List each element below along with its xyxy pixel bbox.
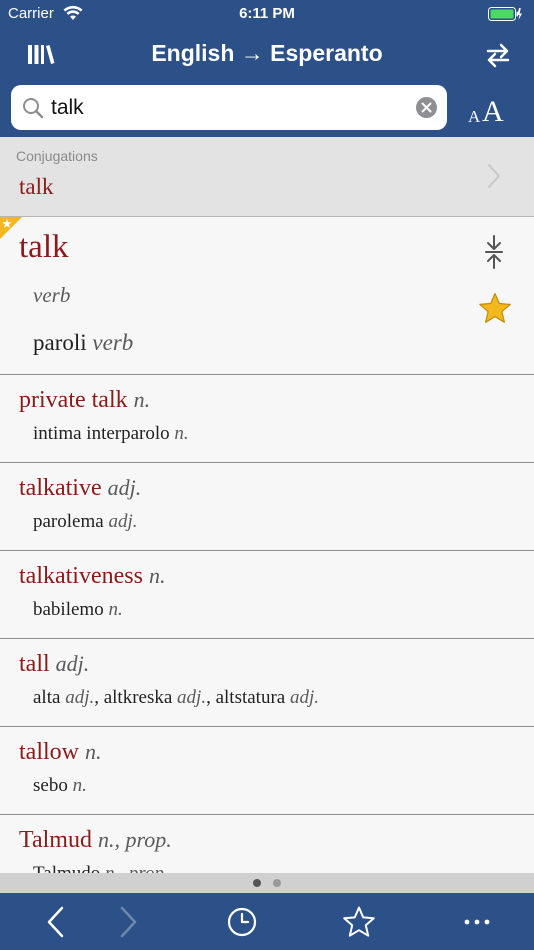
direction-arrow-icon: → — [240, 40, 264, 66]
search-input[interactable] — [51, 93, 411, 123]
entry-part-of-speech: verb — [33, 283, 71, 307]
entries-container: private talk n. intima interparolo n. talk… — [0, 375, 534, 873]
entry-translation: babilemo n. — [33, 599, 123, 621]
translation-pos: adj. — [65, 687, 95, 708]
entry-translation: parolema adj. — [33, 511, 137, 533]
more-icon[interactable] — [460, 905, 494, 939]
translation-separator: , — [206, 687, 216, 708]
list-item[interactable]: Talmud n., prop.Talmudo n., prop. — [0, 815, 534, 873]
list-item[interactable]: tall adj. alta adj., altkreska adj., alts… — [0, 639, 534, 727]
search-box — [11, 85, 447, 130]
entry-headword: talk — [19, 229, 69, 265]
headword-pos: n. — [85, 739, 102, 764]
entry-translation: Talmudo n., prop. — [33, 863, 169, 873]
headword-pos: adj. — [55, 651, 90, 676]
list-item[interactable]: tallow n. sebo n. — [0, 727, 534, 815]
translation-word: alta — [33, 687, 61, 708]
translation-word: altstatura — [215, 687, 286, 708]
translation-word: paroli — [33, 330, 87, 355]
source-language: English — [151, 40, 235, 66]
star-outline-icon[interactable] — [342, 905, 376, 939]
entry-headword: tallow n. — [19, 739, 102, 766]
clock-time: 6:11 PM — [239, 5, 295, 22]
translation-pos: verb — [92, 330, 134, 355]
translation-word: sebo — [33, 775, 68, 796]
translation-pos: adj. — [108, 511, 138, 532]
entry-headword: talkativeness n. — [19, 563, 165, 590]
font-size-small-glyph: A — [468, 107, 481, 126]
main-entry[interactable]: talk verb paroli verb — [0, 217, 534, 375]
translation-word: babilemo — [33, 599, 104, 620]
entry-translation: intima interparolo n. — [33, 423, 189, 445]
headword-text: talkativeness — [19, 563, 143, 589]
translation-word: altkreska — [103, 687, 173, 708]
list-item[interactable]: talkativeness n. babilemo n. — [0, 551, 534, 639]
entry-headword: tall adj. — [19, 651, 89, 678]
headword-pos: n. — [148, 563, 166, 588]
translation-pos: n. — [108, 599, 123, 620]
search-icon — [23, 98, 44, 119]
headword-pos: n. — [133, 387, 151, 412]
history-clock-icon[interactable] — [225, 905, 259, 939]
headword-text: tallow — [19, 739, 79, 765]
favorite-star-icon[interactable] — [478, 292, 512, 324]
translation-pos: adj. — [289, 687, 319, 708]
entry-headword: private talk n. — [19, 387, 150, 414]
back-icon[interactable] — [40, 905, 74, 939]
headword-text: Talmud — [19, 827, 92, 853]
entry-headword: Talmud n., prop. — [19, 827, 172, 854]
bottom-toolbar — [0, 893, 534, 950]
chevron-right-icon — [488, 164, 500, 188]
headword-text: private talk — [19, 387, 128, 413]
translation-pos: n. — [174, 423, 189, 444]
translation-pos: n., prop. — [105, 863, 169, 873]
target-language: Esperanto — [270, 40, 383, 66]
entry-translation: paroli verb — [33, 330, 133, 356]
page-dot-active — [253, 879, 261, 887]
conjugations-word: talk — [19, 174, 54, 199]
page-indicator[interactable] — [0, 873, 534, 893]
battery-icon — [488, 7, 522, 21]
forward-icon[interactable] — [110, 905, 144, 939]
translation-pos: adj. — [177, 687, 207, 708]
translation-pos: n. — [72, 775, 87, 796]
entry-translation: alta adj., altkreska adj., altstatura ad… — [33, 687, 319, 709]
entry-headword: talkative adj. — [19, 475, 141, 502]
font-size-button[interactable]: A A — [466, 92, 512, 128]
status-bar: Carrier 6:11 PM — [0, 0, 534, 28]
headword-text: tall — [19, 651, 50, 677]
translation-word: Talmudo — [33, 863, 100, 873]
translation-separator: , — [94, 687, 104, 708]
translation-word: intima interparolo — [33, 423, 170, 444]
translation-word: parolema — [33, 511, 104, 532]
clear-icon[interactable] — [416, 97, 437, 118]
top-bar: Carrier 6:11 PM English → Esperanto talk… — [0, 0, 534, 137]
swap-languages-icon[interactable] — [484, 42, 512, 68]
conjugations-row[interactable]: Conjugations talk — [0, 137, 534, 217]
list-item[interactable]: talkative adj. parolema adj. — [0, 463, 534, 551]
conjugations-label: Conjugations — [16, 148, 98, 164]
results-list[interactable]: Conjugations talk talk verb paroli verb … — [0, 137, 534, 873]
nav-bar: English → Esperanto — [0, 28, 534, 80]
headword-pos: adj. — [107, 475, 142, 500]
collapse-icon[interactable] — [482, 235, 506, 269]
headword-text: talkative — [19, 475, 102, 501]
page-title: English → Esperanto — [0, 40, 534, 67]
font-size-large-glyph: A — [482, 95, 504, 128]
entry-translation: sebo n. — [33, 775, 87, 797]
list-item[interactable]: private talk n. intima interparolo n. — [0, 375, 534, 463]
page-dot — [273, 879, 281, 887]
headword-pos: n., prop. — [97, 827, 172, 852]
